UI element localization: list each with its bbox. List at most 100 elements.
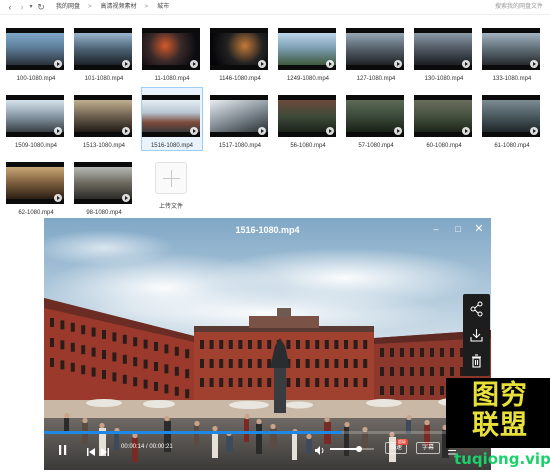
minimize-icon[interactable]: –: [430, 223, 442, 235]
play-icon: [394, 127, 402, 135]
play-icon: [122, 127, 130, 135]
back-icon[interactable]: ‹: [5, 1, 15, 13]
search-input[interactable]: 搜索我的网盘文件: [468, 1, 548, 13]
file-item[interactable]: 100-1080.mp4: [5, 20, 67, 84]
play-icon: [326, 60, 334, 68]
file-item[interactable]: 11-1080.mp4: [141, 20, 203, 84]
play-icon: [54, 127, 62, 135]
play-icon: [462, 127, 470, 135]
upload-label: 上传文件: [158, 204, 183, 210]
video-thumbnail: [414, 95, 472, 137]
file-item[interactable]: 98-1080.mp4: [73, 154, 135, 218]
file-item[interactable]: 1249-1080.mp4: [277, 20, 339, 84]
play-icon: [122, 194, 130, 202]
watermark-text: 图穷联盟: [472, 380, 528, 441]
watermark-url: tuqiong.vip: [454, 450, 550, 468]
play-icon: [54, 60, 62, 68]
file-item[interactable]: 1509-1080.mp4: [5, 87, 67, 151]
video-thumbnail: [482, 28, 540, 70]
file-item[interactable]: 101-1080.mp4: [73, 20, 135, 84]
volume-fill: [330, 448, 359, 450]
file-item[interactable]: 61-1080.mp4: [481, 87, 543, 151]
breadcrumb-item-current[interactable]: 城市: [157, 3, 169, 11]
file-name: 98-1080.mp4: [86, 210, 122, 216]
video-thumbnail: [6, 28, 64, 70]
file-name: 1516-1080.mp4: [150, 143, 194, 149]
file-name: 1249-1080.mp4: [286, 76, 330, 82]
file-item[interactable]: 62-1080.mp4: [5, 154, 67, 218]
file-item[interactable]: 56-1080.mp4: [277, 87, 339, 151]
play-icon: [258, 127, 266, 135]
refresh-icon[interactable]: ↻: [36, 1, 46, 13]
download-icon[interactable]: [463, 322, 490, 348]
watermark-logo: 图穷联盟: [446, 378, 550, 448]
play-icon: [258, 60, 266, 68]
control-bar: 00:00:14 / 00:00:21 倍速 超级 字幕: [44, 436, 491, 466]
file-name: 1509-1080.mp4: [14, 143, 58, 149]
progress-fill: [44, 431, 343, 434]
video-thumbnail: [482, 95, 540, 137]
file-name: 57-1080.mp4: [358, 143, 394, 149]
file-item[interactable]: 1513-1080.mp4: [73, 87, 135, 151]
subtitle-label: 字幕: [421, 445, 434, 451]
play-icon: [530, 127, 538, 135]
file-name: 61-1080.mp4: [494, 143, 530, 149]
forward-icon[interactable]: ›: [17, 1, 27, 13]
breadcrumb-item-folder[interactable]: 高清视频素材: [101, 3, 137, 11]
progress-bar[interactable]: [44, 431, 491, 434]
video-thumbnail: [346, 95, 404, 137]
previous-icon[interactable]: [86, 444, 96, 456]
file-item[interactable]: 1516-1080.mp4: [141, 87, 203, 151]
video-thumbnail: [74, 162, 132, 204]
pause-icon[interactable]: [58, 443, 68, 455]
play-icon: [54, 194, 62, 202]
breadcrumb-item-root[interactable]: 我的网盘: [56, 3, 80, 11]
share-icon[interactable]: [463, 296, 490, 322]
play-icon: [462, 60, 470, 68]
video-thumbnail: [74, 28, 132, 70]
file-name: 11-1080.mp4: [154, 76, 190, 82]
video-thumbnail: [142, 28, 200, 70]
file-item[interactable]: 60-1080.mp4: [413, 87, 475, 151]
file-name: 127-1080.mp4: [356, 76, 396, 82]
file-item[interactable]: 1146-1080.mp4: [209, 20, 271, 84]
file-item[interactable]: 127-1080.mp4: [345, 20, 407, 84]
breadcrumb-separator: >: [144, 4, 149, 10]
video-thumbnail: [278, 28, 336, 70]
play-icon: [190, 127, 198, 135]
current-time: 00:00:14: [121, 444, 145, 450]
volume-slider[interactable]: [330, 446, 374, 452]
file-item[interactable]: 1517-1080.mp4: [209, 87, 271, 151]
file-name: 100-1080.mp4: [16, 76, 56, 82]
file-name: 1146-1080.mp4: [219, 76, 261, 82]
breadcrumb: 我的网盘 > 高清视频素材 > 城市: [56, 3, 169, 11]
file-name: 101-1080.mp4: [84, 76, 124, 82]
subtitle-button[interactable]: 字幕: [416, 442, 440, 454]
close-icon[interactable]: ✕: [473, 223, 485, 235]
video-thumbnail: [278, 95, 336, 137]
file-name: 1517-1080.mp4: [218, 143, 262, 149]
delete-icon[interactable]: [463, 348, 490, 374]
file-name: 133-1080.mp4: [492, 76, 532, 82]
file-name: 60-1080.mp4: [426, 143, 462, 149]
volume-knob[interactable]: [355, 446, 362, 452]
file-item[interactable]: 130-1080.mp4: [413, 20, 475, 84]
play-icon: [326, 127, 334, 135]
upload-button[interactable]: [155, 162, 187, 194]
file-name: 62-1080.mp4: [18, 210, 54, 216]
breadcrumb-separator: >: [88, 4, 92, 10]
video-thumbnail: [74, 95, 132, 137]
video-thumbnail: [6, 162, 64, 204]
caret-down-icon[interactable]: ▾: [28, 1, 34, 13]
speed-vip-badge: 超级: [396, 439, 408, 445]
file-item[interactable]: 133-1080.mp4: [481, 20, 543, 84]
next-icon[interactable]: [100, 444, 110, 456]
top-bar: ‹ › ▾ ↻ 我的网盘 > 高清视频素材 > 城市 搜索我的网盘文件: [0, 0, 550, 15]
volume-icon[interactable]: [314, 443, 326, 455]
speed-label: 倍速: [389, 445, 402, 451]
file-item[interactable]: 57-1080.mp4: [345, 87, 407, 151]
play-icon: [530, 60, 538, 68]
time-readout: 00:00:14 / 00:00:21: [121, 444, 173, 450]
maximize-icon[interactable]: □: [452, 223, 464, 235]
play-icon: [394, 60, 402, 68]
